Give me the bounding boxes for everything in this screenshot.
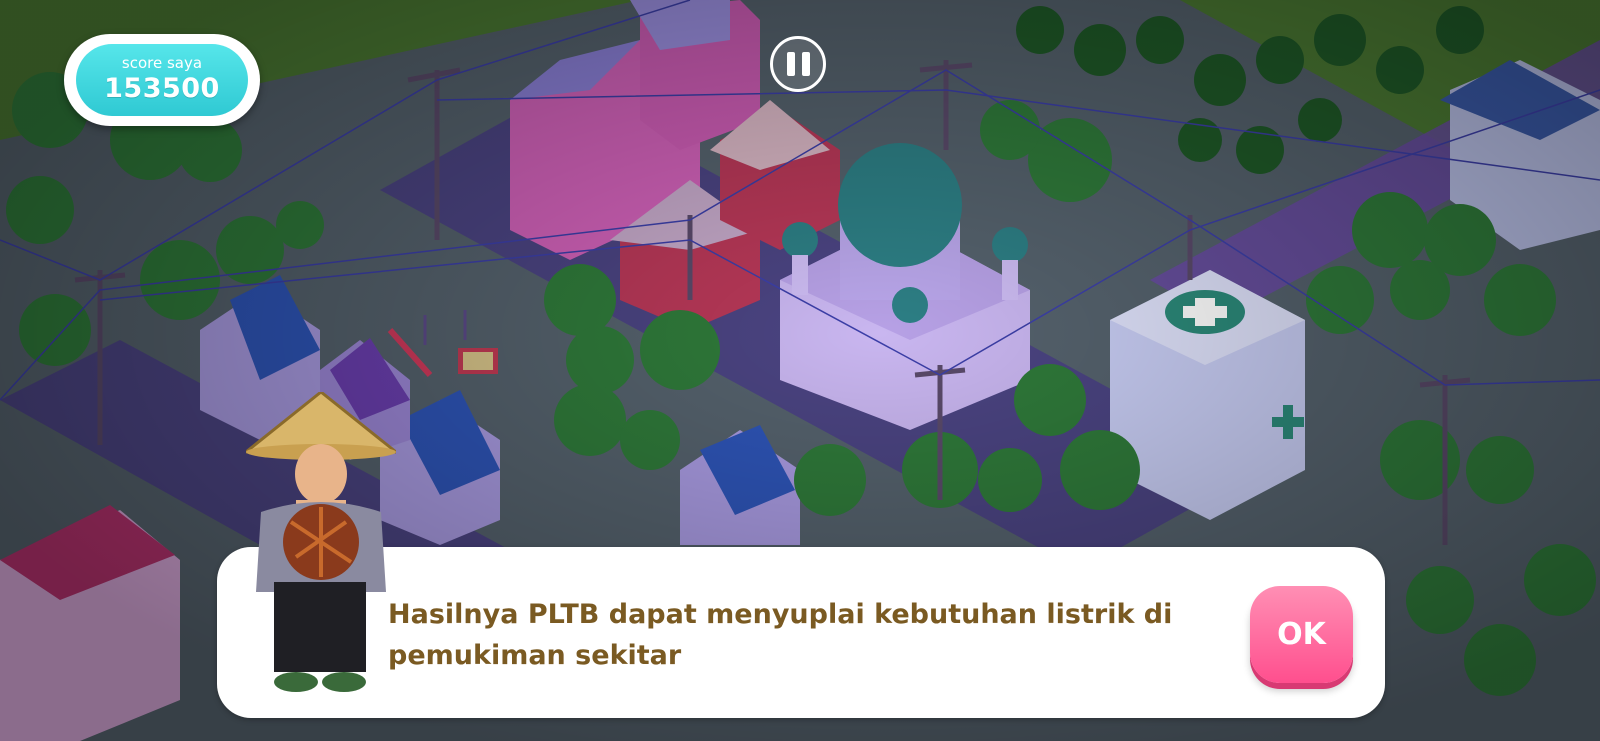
conical-hat [246,392,396,454]
pause-button[interactable] [770,36,826,92]
ok-button-label: OK [1277,617,1326,652]
pause-icon [786,52,810,76]
right-boot [322,672,366,692]
dialog-message: Hasilnya PLTB dapat menyuplai kebutuhan … [388,594,1218,676]
score-label: score saya [121,54,203,72]
dialog-line-2: pemukiman sekitar [388,640,682,671]
farmer-character [246,392,396,692]
ok-button[interactable]: OK [1250,586,1353,683]
dialog-line-1: Hasilnya PLTB dapat menyuplai kebutuhan … [388,599,1173,630]
score-value: 153500 [104,73,220,104]
left-boot [274,672,318,692]
score-panel: score saya 153500 [64,34,260,126]
score-pill: score saya 153500 [76,44,248,116]
face [295,444,347,504]
trousers [274,582,366,672]
